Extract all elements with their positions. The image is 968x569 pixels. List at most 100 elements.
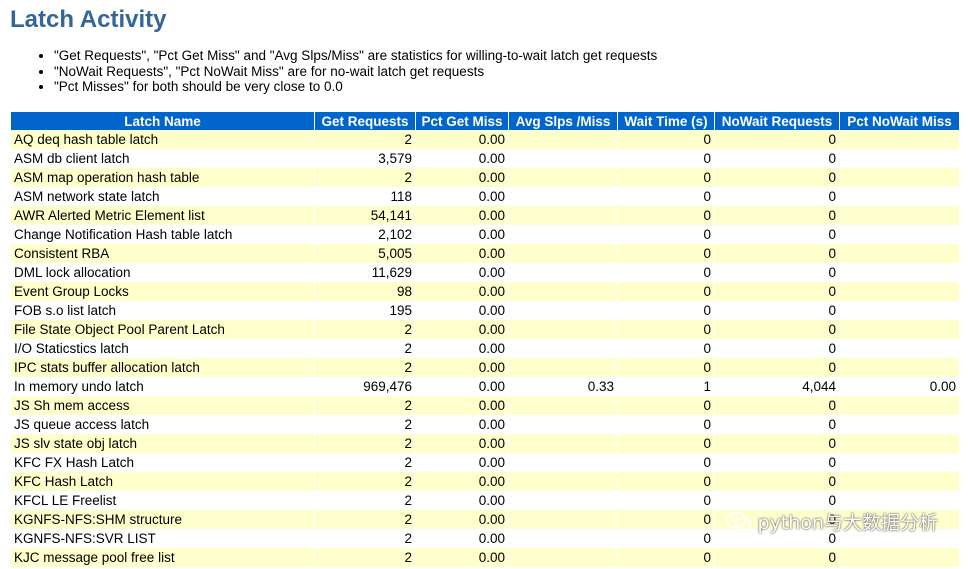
cell-latch-name: ASM db client latch <box>11 149 314 168</box>
table-row: Change Notification Hash table latch 2,10… <box>11 225 959 244</box>
cell-get-requests: 5,005 <box>315 244 415 263</box>
cell-latch-name: IPC stats buffer allocation latch <box>11 358 314 377</box>
cell-latch-name: KFCL LE Freelist <box>11 491 314 510</box>
cell-pct-get-miss: 0.00 <box>416 339 508 358</box>
cell-pct-nowait-miss <box>840 529 959 548</box>
cell-pct-nowait-miss: 0.00 <box>840 377 959 396</box>
cell-avg-slps-miss: 0.33 <box>509 377 617 396</box>
cell-get-requests: 2 <box>315 529 415 548</box>
cell-avg-slps-miss <box>509 548 617 567</box>
page-title: Latch Activity <box>10 6 167 33</box>
cell-wait-time: 0 <box>618 225 714 244</box>
cell-nowait-requests: 0 <box>715 206 839 225</box>
cell-nowait-requests: 0 <box>715 434 839 453</box>
cell-avg-slps-miss <box>509 415 617 434</box>
cell-avg-slps-miss <box>509 282 617 301</box>
cell-get-requests: 2 <box>315 339 415 358</box>
table-row: JS Sh mem access 2 0.00 0 0 <box>11 396 959 415</box>
cell-get-requests: 2 <box>315 472 415 491</box>
cell-nowait-requests: 0 <box>715 548 839 567</box>
cell-pct-get-miss: 0.00 <box>416 415 508 434</box>
cell-avg-slps-miss <box>509 396 617 415</box>
table-row: Event Group Locks 98 0.00 0 0 <box>11 282 959 301</box>
cell-nowait-requests: 0 <box>715 130 839 149</box>
latch-activity-table: Latch Name Get Requests Pct Get Miss Avg… <box>10 112 960 567</box>
cell-latch-name: ASM map operation hash table <box>11 168 314 187</box>
cell-avg-slps-miss <box>509 149 617 168</box>
cell-wait-time: 0 <box>618 301 714 320</box>
cell-pct-get-miss: 0.00 <box>416 377 508 396</box>
cell-get-requests: 2 <box>315 453 415 472</box>
note-item: "NoWait Requests", "Pct NoWait Miss" are… <box>54 64 657 80</box>
cell-avg-slps-miss <box>509 130 617 149</box>
table-row: JS queue access latch 2 0.00 0 0 <box>11 415 959 434</box>
cell-latch-name: Event Group Locks <box>11 282 314 301</box>
cell-latch-name: ASM network state latch <box>11 187 314 206</box>
cell-wait-time: 0 <box>618 339 714 358</box>
cell-wait-time: 0 <box>618 548 714 567</box>
cell-avg-slps-miss <box>509 225 617 244</box>
cell-get-requests: 2 <box>315 491 415 510</box>
cell-latch-name: JS Sh mem access <box>11 396 314 415</box>
cell-wait-time: 0 <box>618 472 714 491</box>
cell-pct-get-miss: 0.00 <box>416 263 508 282</box>
cell-pct-get-miss: 0.00 <box>416 244 508 263</box>
cell-latch-name: DML lock allocation <box>11 263 314 282</box>
cell-avg-slps-miss <box>509 244 617 263</box>
cell-pct-nowait-miss <box>840 434 959 453</box>
table-row: Consistent RBA 5,005 0.00 0 0 <box>11 244 959 263</box>
cell-pct-get-miss: 0.00 <box>416 282 508 301</box>
cell-nowait-requests: 0 <box>715 358 839 377</box>
cell-get-requests: 2 <box>315 510 415 529</box>
cell-wait-time: 0 <box>618 358 714 377</box>
cell-get-requests: 2 <box>315 168 415 187</box>
cell-latch-name: AQ deq hash table latch <box>11 130 314 149</box>
cell-pct-get-miss: 0.00 <box>416 168 508 187</box>
cell-wait-time: 0 <box>618 168 714 187</box>
cell-latch-name: KGNFS-NFS:SVR LIST <box>11 529 314 548</box>
cell-pct-nowait-miss <box>840 320 959 339</box>
cell-latch-name: KFC Hash Latch <box>11 472 314 491</box>
cell-nowait-requests: 0 <box>715 263 839 282</box>
cell-avg-slps-miss <box>509 491 617 510</box>
cell-avg-slps-miss <box>509 301 617 320</box>
cell-pct-nowait-miss <box>840 339 959 358</box>
cell-nowait-requests: 0 <box>715 187 839 206</box>
note-item: "Pct Misses" for both should be very clo… <box>54 79 657 95</box>
cell-pct-get-miss: 0.00 <box>416 453 508 472</box>
cell-nowait-requests: 0 <box>715 282 839 301</box>
table-row: AQ deq hash table latch 2 0.00 0 0 <box>11 130 959 149</box>
table-row: KGNFS-NFS:SVR LIST 2 0.00 0 0 <box>11 529 959 548</box>
cell-pct-get-miss: 0.00 <box>416 130 508 149</box>
cell-nowait-requests: 0 <box>715 225 839 244</box>
table-row: KJC message pool free list 2 0.00 0 0 <box>11 548 959 567</box>
cell-pct-nowait-miss <box>840 244 959 263</box>
cell-pct-nowait-miss <box>840 301 959 320</box>
cell-nowait-requests: 0 <box>715 510 839 529</box>
cell-get-requests: 2 <box>315 415 415 434</box>
cell-nowait-requests: 0 <box>715 168 839 187</box>
cell-pct-nowait-miss <box>840 187 959 206</box>
cell-wait-time: 0 <box>618 434 714 453</box>
cell-avg-slps-miss <box>509 320 617 339</box>
table-row: ASM map operation hash table 2 0.00 0 0 <box>11 168 959 187</box>
cell-pct-get-miss: 0.00 <box>416 548 508 567</box>
cell-nowait-requests: 0 <box>715 453 839 472</box>
cell-pct-get-miss: 0.00 <box>416 529 508 548</box>
table-row: FOB s.o list latch 195 0.00 0 0 <box>11 301 959 320</box>
column-header-latch-name: Latch Name <box>11 112 314 130</box>
table-row: KFCL LE Freelist 2 0.00 0 0 <box>11 491 959 510</box>
cell-wait-time: 0 <box>618 491 714 510</box>
cell-wait-time: 0 <box>618 453 714 472</box>
cell-avg-slps-miss <box>509 453 617 472</box>
table-row: DML lock allocation 11,629 0.00 0 0 <box>11 263 959 282</box>
cell-avg-slps-miss <box>509 434 617 453</box>
cell-wait-time: 0 <box>618 206 714 225</box>
table-body: AQ deq hash table latch 2 0.00 0 0 ASM db cli… <box>11 130 959 567</box>
cell-pct-get-miss: 0.00 <box>416 225 508 244</box>
cell-pct-nowait-miss <box>840 168 959 187</box>
cell-wait-time: 0 <box>618 510 714 529</box>
cell-avg-slps-miss <box>509 510 617 529</box>
cell-pct-nowait-miss <box>840 130 959 149</box>
cell-wait-time: 0 <box>618 529 714 548</box>
